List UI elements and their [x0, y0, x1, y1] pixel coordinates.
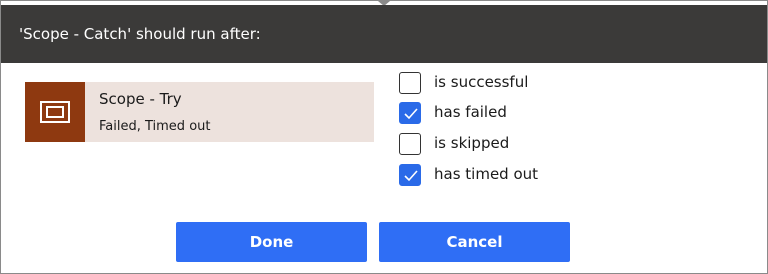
option-label: has failed [434, 103, 507, 121]
checkmark-icon [404, 170, 418, 182]
action-icon-tile [25, 82, 85, 142]
option-label: has timed out [434, 165, 539, 183]
checkbox-has-timed-out[interactable] [399, 164, 421, 186]
checkbox-has-failed[interactable] [399, 102, 421, 124]
checkmark-icon [404, 108, 418, 120]
run-after-dialog: 'Scope - Catch' should run after: Scope … [0, 0, 768, 274]
checkbox-is-successful[interactable] [399, 72, 421, 94]
option-is-successful[interactable]: is successful [398, 72, 598, 98]
action-name: Scope - Try [99, 90, 182, 108]
done-button[interactable]: Done [176, 222, 367, 262]
option-is-skipped[interactable]: is skipped [398, 133, 598, 159]
scope-icon [40, 101, 70, 123]
cancel-button[interactable]: Cancel [379, 222, 570, 262]
dialog-title: 'Scope - Catch' should run after: [1, 5, 767, 63]
action-status: Failed, Timed out [99, 119, 211, 134]
option-label: is successful [434, 73, 529, 91]
option-has-timed-out[interactable]: has timed out [398, 164, 598, 190]
checkbox-is-skipped[interactable] [399, 133, 421, 155]
option-has-failed[interactable]: has failed [398, 102, 598, 128]
option-label: is skipped [434, 134, 510, 152]
action-card-scope-try: Scope - Try Failed, Timed out [25, 82, 374, 142]
